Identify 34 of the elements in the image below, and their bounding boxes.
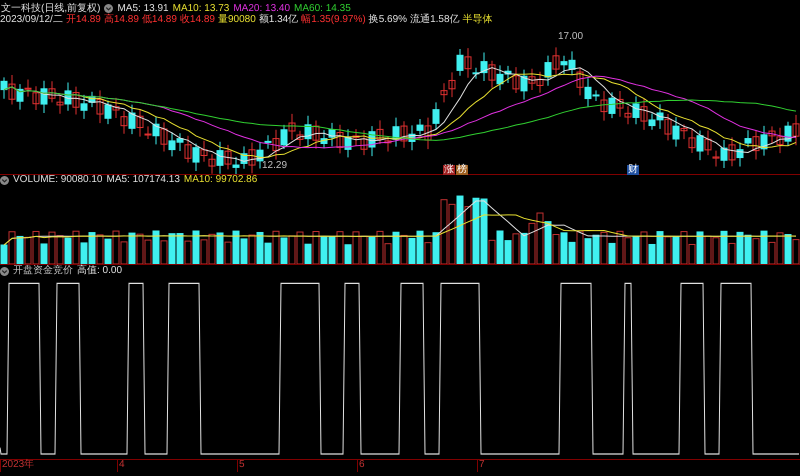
quote-field: 收14.89: [180, 14, 215, 26]
volume-value: VOLUME: 90080.10: [13, 175, 102, 185]
quote-field: 换5.69%: [368, 14, 408, 26]
moving-average-value: MA5: 13.91: [117, 2, 169, 14]
date-axis-label: 2023年: [0, 460, 117, 472]
quote-field: 流通1.58亿: [410, 14, 460, 26]
quote-field: 幅1.35(9.97%): [301, 14, 366, 26]
date-axis-label: 6: [357, 460, 477, 472]
moving-average-value: MA20: 13.40: [233, 2, 290, 14]
dropdown-icon[interactable]: [104, 4, 114, 12]
date-axis-label: 5: [237, 460, 357, 472]
dropdown-icon[interactable]: [0, 266, 9, 276]
date-axis-label: 7: [477, 460, 597, 472]
event-marker[interactable]: 财: [627, 165, 639, 175]
volume-value: MA10: 99702.86: [184, 175, 258, 185]
quote-field: 额1.34亿: [258, 14, 298, 26]
indicator-value: 高值: 0.00: [77, 266, 122, 276]
quote-field: 量90080: [218, 14, 256, 26]
high-price-label: 17.00: [558, 32, 584, 42]
stock-title: 文一科技(日线,前复权): [1, 2, 100, 14]
moving-average-value: MA60: 14.35: [294, 2, 351, 14]
moving-average-value: MA10: 13.73: [172, 2, 230, 14]
event-marker[interactable]: 涨: [443, 165, 455, 175]
quote-field: 半导体: [462, 14, 493, 26]
quote-field: 高14.89: [104, 14, 139, 26]
event-marker[interactable]: 榜: [456, 165, 468, 175]
dropdown-icon[interactable]: [0, 176, 9, 184]
volume-value: MA5: 107174.13: [106, 175, 180, 185]
indicator-name: 开盘资金竞价: [13, 266, 73, 276]
quote-field: 低14.89: [142, 14, 177, 26]
low-price-label: 12.29: [262, 161, 288, 171]
quote-field: 2023/09/12/二: [0, 14, 63, 26]
quote-field: 开14.89: [66, 14, 101, 26]
date-axis-label: 4: [117, 460, 237, 472]
